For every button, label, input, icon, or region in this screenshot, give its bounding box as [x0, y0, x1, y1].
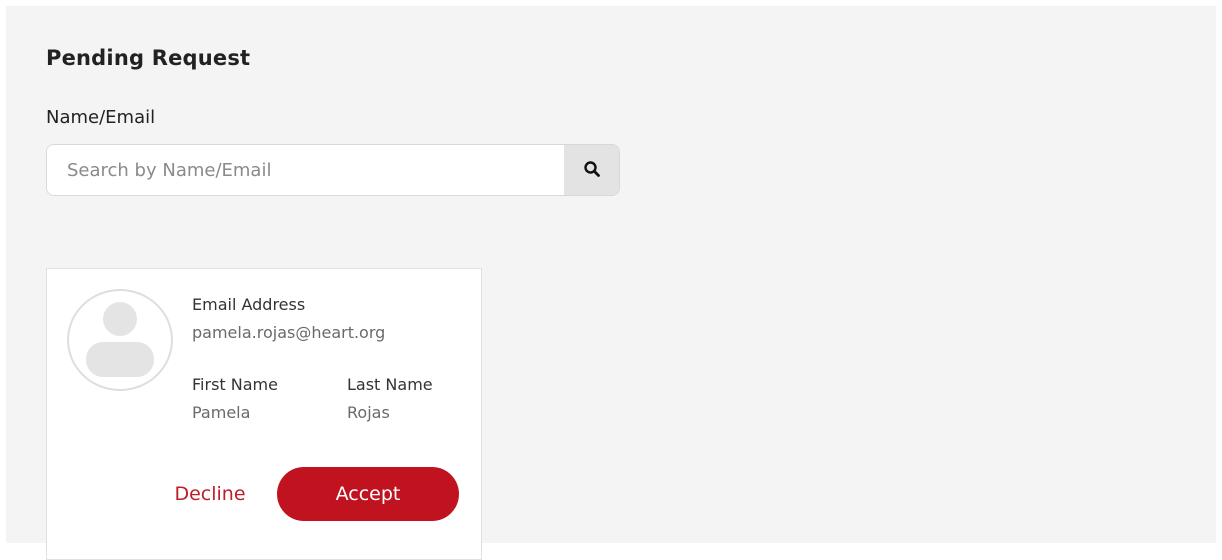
page-title: Pending Request [46, 46, 251, 70]
request-card: Email Address pamela.rojas@heart.org Fir… [46, 268, 482, 560]
last-name-label: Last Name [347, 375, 433, 394]
search-button[interactable] [564, 145, 619, 195]
avatar [67, 289, 173, 391]
search-field-label: Name/Email [46, 107, 156, 128]
email-label: Email Address [192, 295, 306, 314]
last-name-value: Rojas [347, 403, 390, 422]
decline-button[interactable]: Decline [165, 469, 255, 519]
accept-button[interactable]: Accept [277, 467, 459, 521]
search-input[interactable] [47, 145, 564, 195]
search-icon [583, 160, 601, 181]
first-name-label: First Name [192, 375, 278, 394]
first-name-value: Pamela [192, 403, 251, 422]
search-group [46, 144, 620, 196]
pending-request-panel: Pending Request Name/Email Email Address… [6, 6, 1216, 560]
user-placeholder-icon [86, 302, 154, 377]
email-value: pamela.rojas@heart.org [192, 323, 386, 342]
